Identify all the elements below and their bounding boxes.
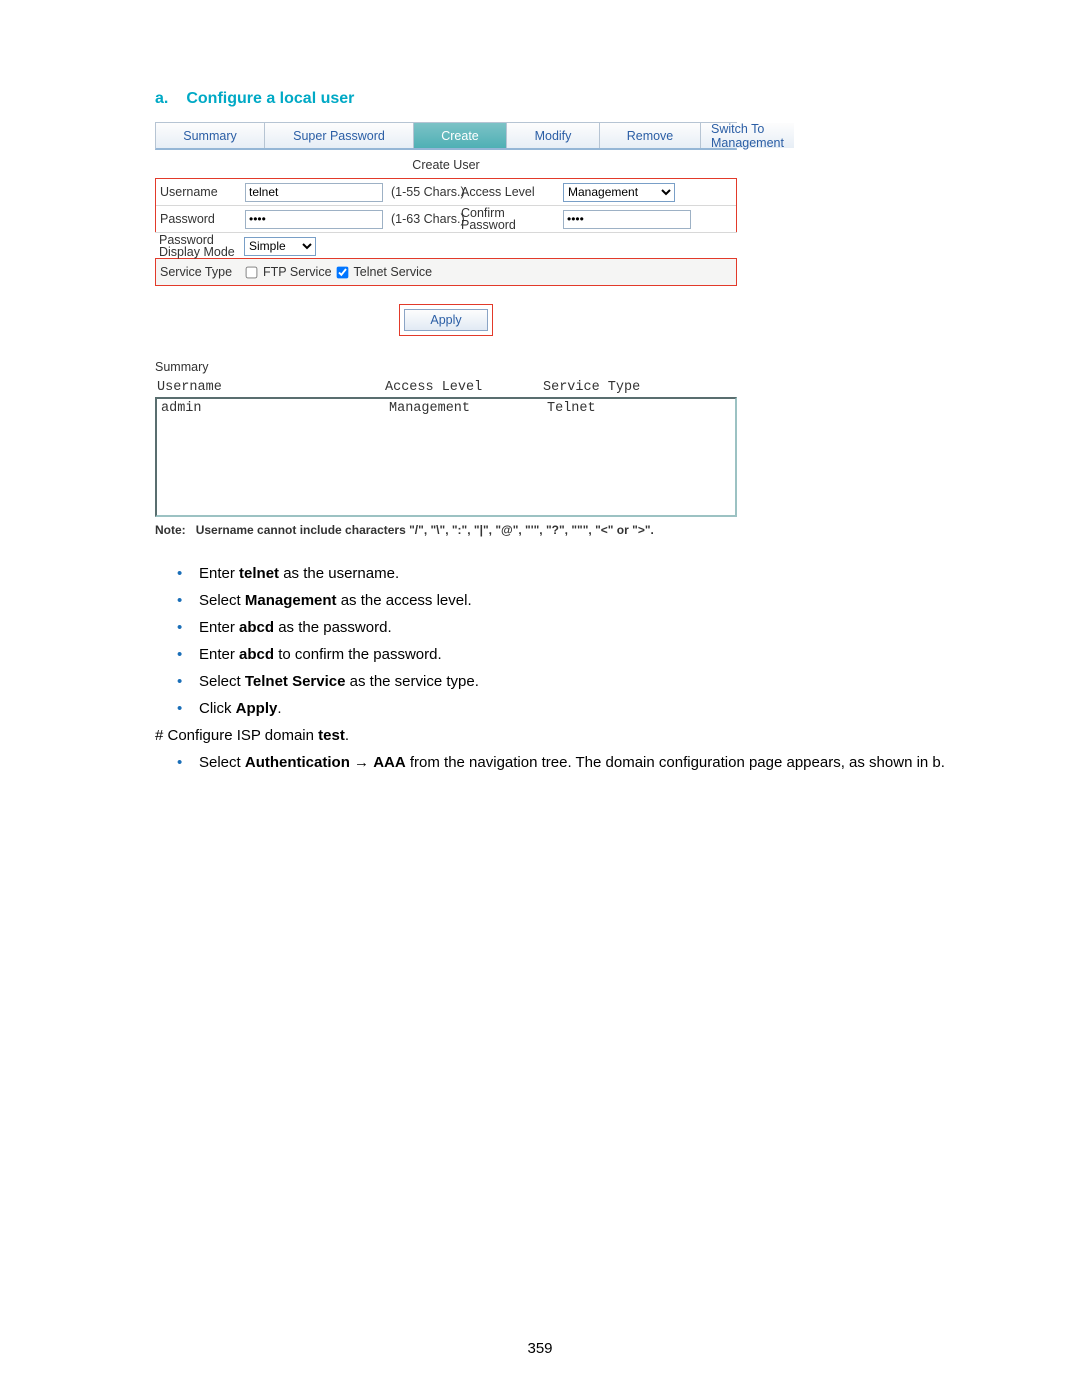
summary-access: Management (389, 401, 547, 416)
tab-switch-management[interactable]: Switch To Management (701, 123, 794, 148)
summary-header: Username Access Level Service Type (155, 378, 737, 397)
telnet-service-checkbox[interactable] (336, 266, 348, 278)
step-title: Configure a local user (186, 90, 354, 107)
password-input[interactable] (245, 210, 383, 229)
summary-col-service: Service Type (543, 380, 735, 395)
step-letter: a. (155, 90, 168, 107)
ftp-service-checkbox[interactable] (246, 266, 258, 278)
username-hint: (1-55 Chars.) (387, 183, 457, 201)
ui-screenshot: Summary Super Password Create Modify Rem… (155, 122, 737, 537)
list-item: Enter telnet as the username. (177, 565, 970, 582)
username-label: Username (156, 183, 241, 201)
list-item: Click Apply. (177, 700, 970, 717)
password-label: Password (156, 210, 241, 228)
step-heading: a. Configure a local user (155, 90, 970, 108)
ftp-service-label: FTP Service (263, 265, 332, 279)
list-item: Enter abcd as the password. (177, 619, 970, 636)
telnet-service-label: Telnet Service (354, 265, 433, 279)
form-title: Create User (155, 150, 737, 178)
summary-body: admin Management Telnet (155, 397, 737, 517)
page-number: 359 (0, 1340, 1080, 1357)
username-input[interactable] (245, 183, 383, 202)
highlighted-fields: Username (1-55 Chars.) Access Level Mana… (155, 178, 737, 233)
access-level-label: Access Level (457, 183, 559, 201)
summary-col-username: Username (157, 380, 385, 395)
service-type-label: Service Type (156, 263, 241, 281)
note-label: Note: (155, 523, 186, 537)
password-hint: (1-63 Chars.) (387, 210, 457, 228)
confirm-password-label: Confirm Password (457, 205, 559, 233)
tab-bar: Summary Super Password Create Modify Rem… (155, 122, 737, 150)
list-item: Select Authentication → AAA from the nav… (177, 754, 970, 771)
display-mode-label: Password Display Mode (155, 232, 240, 260)
tab-create[interactable]: Create (414, 123, 507, 148)
reference-link[interactable]: b (932, 754, 940, 771)
tab-modify[interactable]: Modify (507, 123, 600, 148)
list-item: Select Telnet Service as the service typ… (177, 673, 970, 690)
summary-row: admin Management Telnet (161, 401, 731, 416)
tab-remove[interactable]: Remove (600, 123, 701, 148)
summary-username: admin (161, 401, 389, 416)
list-item: Enter abcd to confirm the password. (177, 646, 970, 663)
display-mode-select[interactable]: Simple (244, 237, 316, 256)
note: Note: Username cannot include characters… (155, 517, 737, 537)
instruction-list-2: Select Authentication → AAA from the nav… (177, 754, 970, 771)
paragraph: # Configure ISP domain test. (155, 727, 970, 744)
apply-button[interactable]: Apply (404, 309, 488, 331)
summary-service: Telnet (547, 401, 731, 416)
apply-highlight: Apply (399, 304, 493, 336)
confirm-password-input[interactable] (563, 210, 691, 229)
tab-summary[interactable]: Summary (156, 123, 265, 148)
access-level-select[interactable]: Management (563, 183, 675, 202)
instruction-list: Enter telnet as the username. Select Man… (177, 565, 970, 717)
tab-super-password[interactable]: Super Password (265, 123, 414, 148)
summary-col-access: Access Level (385, 380, 543, 395)
summary-title: Summary (155, 360, 737, 374)
note-text: Username cannot include characters "/", … (196, 523, 654, 537)
list-item: Select Management as the access level. (177, 592, 970, 609)
